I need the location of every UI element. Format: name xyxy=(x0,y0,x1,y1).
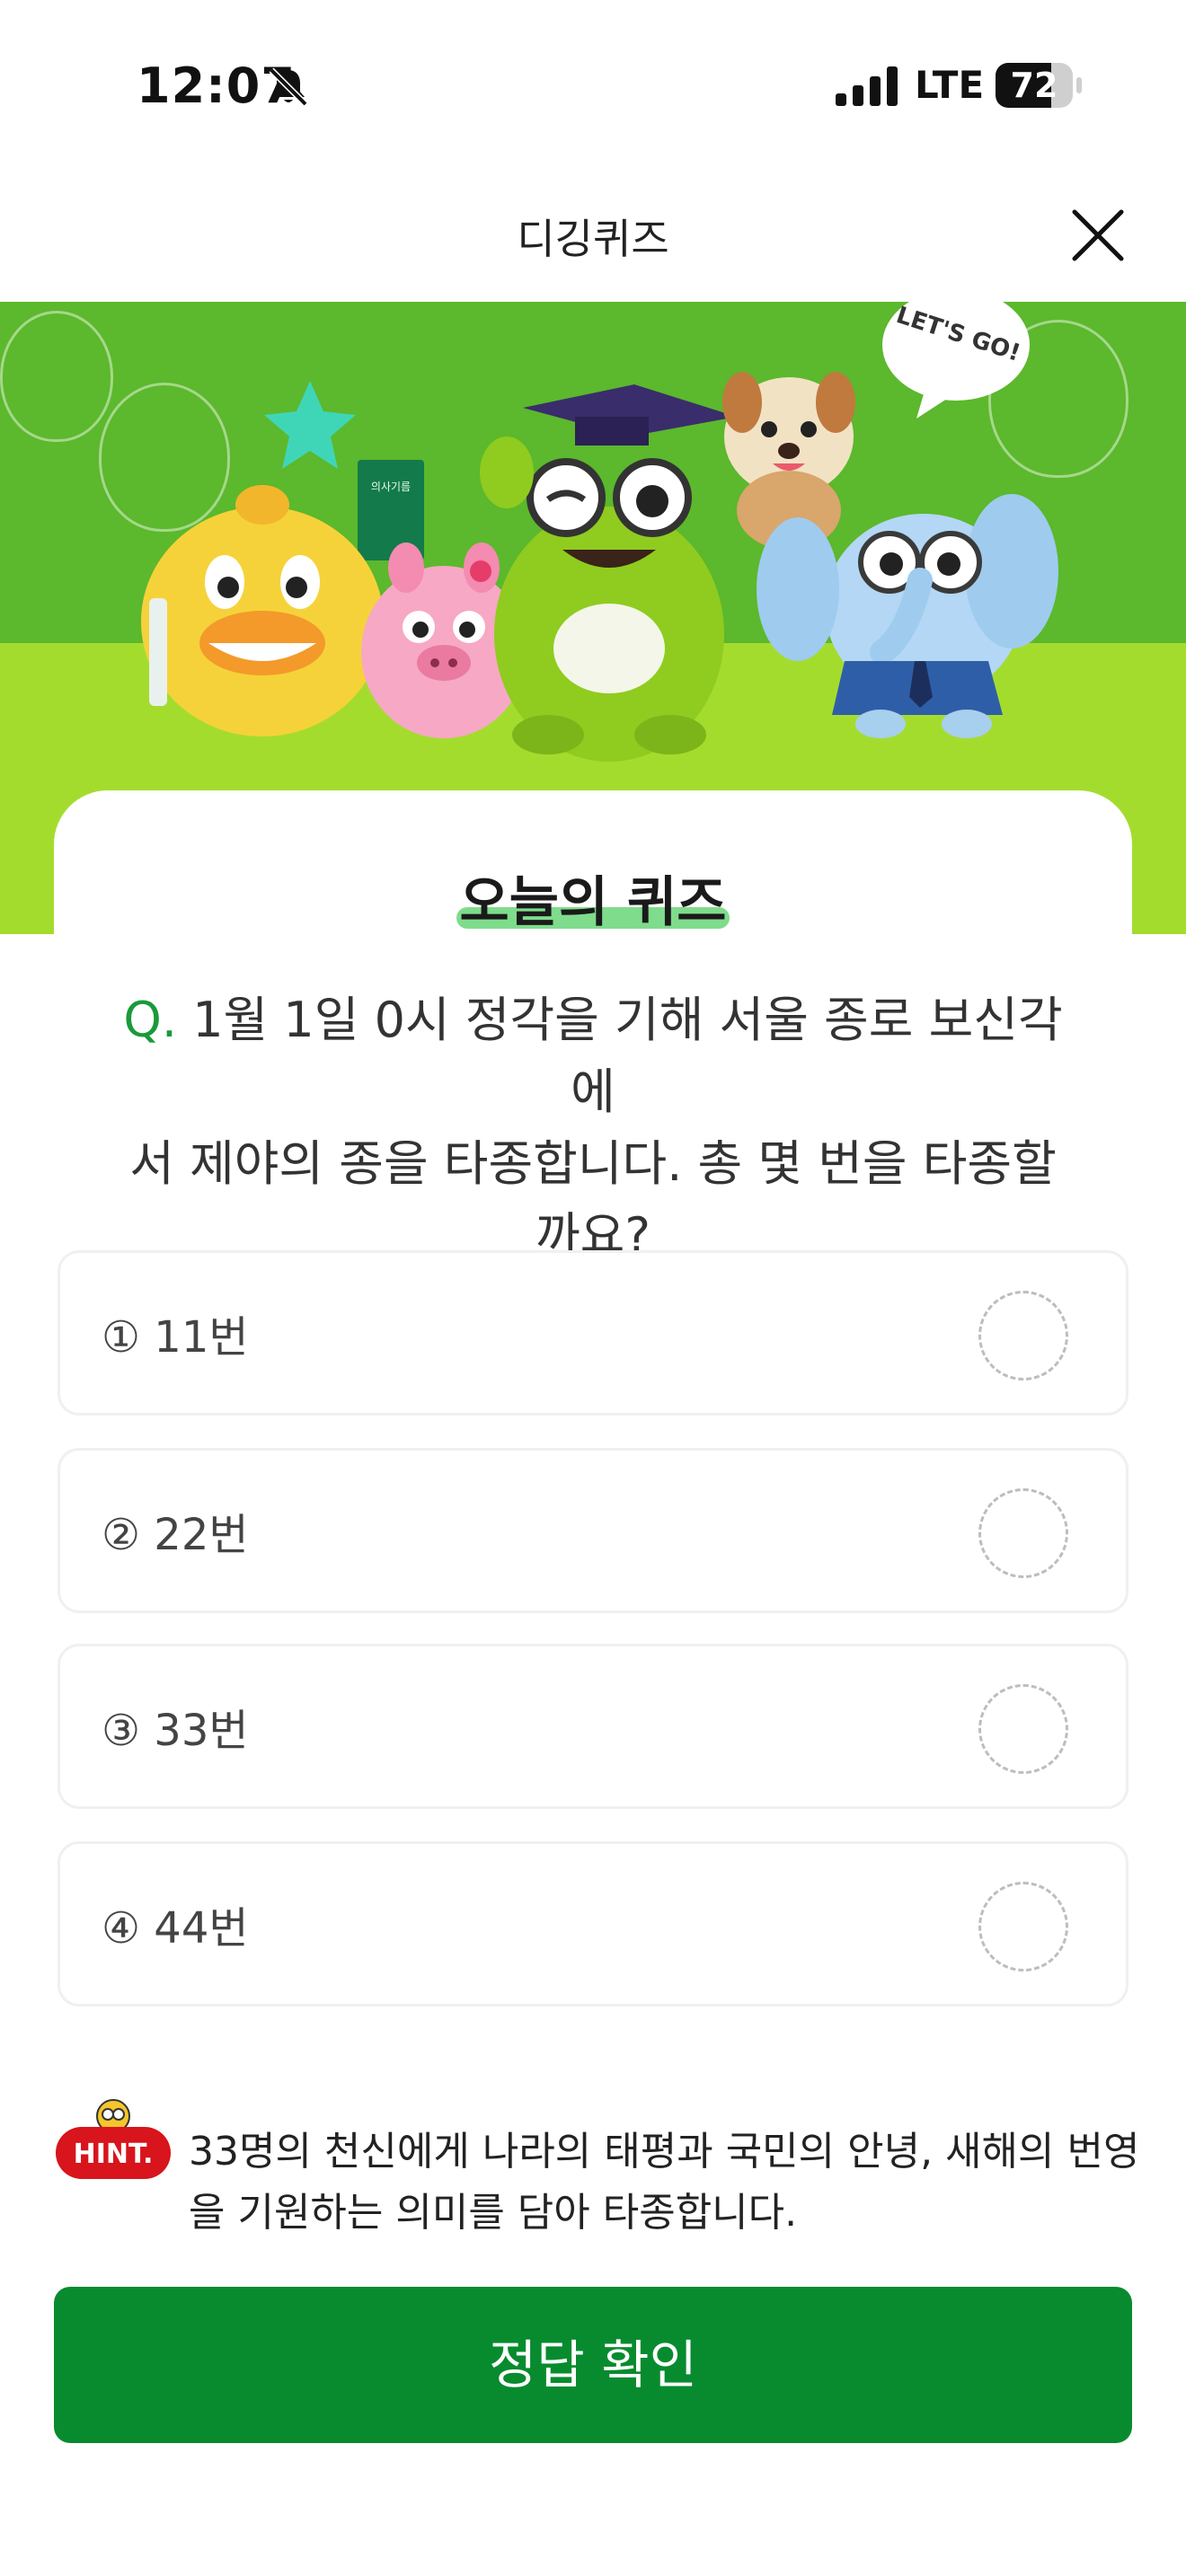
radio-circle-icon[interactable] xyxy=(978,1291,1068,1381)
confirm-answer-button[interactable]: 정답 확인 xyxy=(54,2287,1132,2443)
answer-option-label: ③ 33번 xyxy=(102,1706,249,1756)
answer-option-label: ② 22번 xyxy=(102,1510,249,1560)
question-prefix: Q. xyxy=(123,992,178,1048)
radio-circle-icon[interactable] xyxy=(978,1882,1068,1972)
answer-option-1[interactable]: ① 11번 xyxy=(58,1250,1128,1416)
radio-circle-icon[interactable] xyxy=(978,1684,1068,1774)
answer-option-4[interactable]: ④ 44번 xyxy=(58,1841,1128,2007)
battery-icon: 72 xyxy=(996,63,1082,108)
hint-line-1: 33명의 천신에게 나라의 태평과 국민의 안녕, 새해의 번영 xyxy=(189,2129,1140,2175)
answer-option-label: ④ 44번 xyxy=(102,1903,249,1954)
status-bar: 12:07 LTE 72 xyxy=(0,0,1186,171)
book-label: 의사기름 xyxy=(371,481,411,493)
question-text: Q. 1월 1일 0시 정각을 기해 서울 종로 보신각에 서 제야의 종을 타… xyxy=(108,984,1078,1272)
question-line-1: 1월 1일 0시 정각을 기해 서울 종로 보신각에 xyxy=(192,992,1063,1120)
nav-bar: 디깅퀴즈 xyxy=(0,171,1186,302)
hint-badge-icon: HINT. xyxy=(56,2099,171,2179)
radio-circle-icon[interactable] xyxy=(978,1488,1068,1578)
answer-option-label: ① 11번 xyxy=(102,1312,249,1363)
question-line-2: 서 제야의 종을 타종합니다. 총 몇 번을 타종할 xyxy=(129,1135,1057,1192)
close-icon[interactable] xyxy=(1062,199,1134,271)
answer-option-2[interactable]: ② 22번 xyxy=(58,1448,1128,1613)
network-type: LTE xyxy=(915,63,985,107)
signal-icon xyxy=(836,66,898,106)
battery-percent: 72 xyxy=(1010,66,1058,105)
page-title: 디깅퀴즈 xyxy=(517,215,669,263)
answer-option-3[interactable]: ③ 33번 xyxy=(58,1644,1128,1809)
hint-badge-label: HINT. xyxy=(74,2139,154,2170)
quiz-heading: 오늘의 퀴즈 xyxy=(459,871,727,934)
speech-bubble-icon: LET'S GO! xyxy=(882,302,1030,419)
hint-text: 33명의 천신에게 나라의 태평과 국민의 안녕, 새해의 번영 을 기원하는 … xyxy=(189,2122,1141,2244)
bell-slash-icon xyxy=(269,67,308,107)
hint-line-2: 을 기원하는 의미를 담아 타종합니다. xyxy=(189,2190,798,2236)
